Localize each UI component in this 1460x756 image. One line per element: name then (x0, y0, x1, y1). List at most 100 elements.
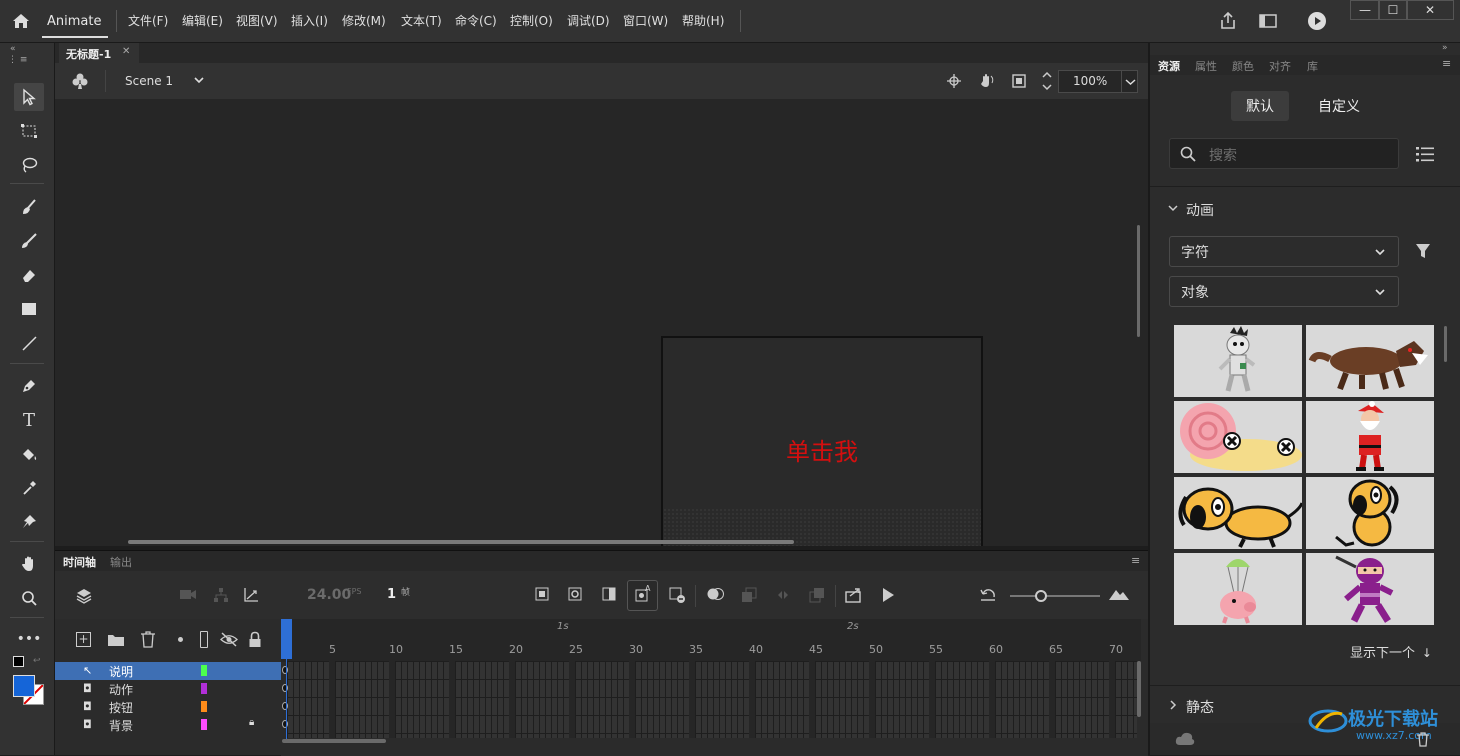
default-segment-button[interactable]: 默认 (1231, 91, 1289, 121)
lasso-tool-icon[interactable] (14, 151, 44, 179)
menu-edit[interactable]: 编辑(E) (182, 12, 223, 29)
app-name-tab[interactable]: Animate (42, 6, 108, 38)
tab-align[interactable]: 对齐 (1269, 58, 1291, 74)
zoom-input[interactable]: 100% (1058, 70, 1138, 93)
collapse-icon[interactable]: « (10, 44, 16, 54)
paint-brush-tool-icon[interactable] (14, 193, 44, 221)
asset-thumbnail-werewolf[interactable] (1306, 325, 1434, 397)
custom-segment-button[interactable]: 自定义 (1303, 91, 1375, 121)
graph-editor-icon[interactable] (243, 587, 259, 607)
tab-properties[interactable]: 属性 (1195, 58, 1217, 74)
asset-thumbnail-ninja[interactable] (1306, 553, 1434, 625)
animation-section-header[interactable]: 动画 (1168, 199, 1288, 219)
timeline-horizontal-scrollbar[interactable] (282, 739, 386, 743)
menu-command[interactable]: 命令(C) (455, 12, 497, 29)
menu-file[interactable]: 文件(F) (128, 12, 168, 29)
text-tool-icon[interactable]: T (14, 406, 44, 434)
stage-pasteboard[interactable]: 单击我 (55, 99, 1148, 546)
document-tab[interactable]: 无标题-1 ✕ (59, 43, 139, 63)
layers-icon[interactable] (75, 587, 93, 605)
menu-debug[interactable]: 调试(D) (567, 12, 610, 29)
layer-parenting-icon[interactable] (212, 587, 230, 607)
export-icon[interactable] (845, 587, 863, 607)
maximize-button[interactable]: ☐ (1378, 0, 1408, 20)
default-colors-icon[interactable] (13, 656, 24, 667)
timeline-ruler[interactable]: 1s 2s 5 10 15 20 25 30 35 40 45 50 55 60… (281, 619, 1141, 662)
stage-button-text[interactable]: 单击我 (663, 432, 981, 467)
timeline-vertical-scrollbar[interactable] (1137, 661, 1141, 717)
home-icon[interactable] (11, 11, 31, 31)
layer-row[interactable]: ◘ 背景 🔒︎ (55, 716, 281, 734)
object-dropdown[interactable]: 对象 (1169, 276, 1399, 307)
upload-cloud-icon[interactable] (1175, 731, 1195, 747)
menu-insert[interactable]: 插入(I) (291, 12, 328, 29)
stage-vertical-scrollbar[interactable] (1137, 225, 1140, 337)
center-stage-icon[interactable] (946, 73, 962, 89)
layer-row[interactable]: ↖ 说明 (55, 662, 281, 680)
zoom-stepper-icon[interactable] (1041, 69, 1053, 93)
more-tools-icon[interactable]: ••• (14, 625, 44, 653)
layer-color-swatch[interactable] (201, 665, 207, 676)
keyframe-dot[interactable] (282, 720, 288, 728)
asset-thumbnail-santa[interactable] (1306, 401, 1434, 473)
edit-symbols-icon[interactable] (71, 72, 89, 90)
frame-size-slider-thumb[interactable] (1035, 590, 1047, 602)
close-tab-icon[interactable]: ✕ (122, 46, 130, 57)
list-view-icon[interactable] (1415, 145, 1435, 163)
rectangle-tool-icon[interactable] (14, 295, 44, 323)
hide-layers-icon[interactable] (220, 632, 238, 647)
new-folder-icon[interactable] (107, 632, 125, 647)
menu-text[interactable]: 文本(T) (401, 12, 442, 29)
menu-modify[interactable]: 修改(M) (342, 12, 386, 29)
asset-thumbnail-mummy[interactable] (1174, 325, 1302, 397)
eraser-tool-icon[interactable] (14, 261, 44, 289)
asset-thumbnail-dog-lying[interactable] (1174, 477, 1302, 549)
layer-color-swatch[interactable] (201, 683, 207, 694)
zoom-dropdown-chevron-icon[interactable] (1121, 71, 1138, 92)
layer-color-swatch[interactable] (201, 701, 207, 712)
eyedropper-tool-icon[interactable] (14, 474, 44, 502)
layer-name[interactable]: 动作 (109, 681, 133, 698)
show-next-link[interactable]: 显示下一个 ↓ (1350, 642, 1450, 661)
zoom-tool-icon[interactable] (14, 584, 44, 612)
edit-multiple-frames-icon[interactable] (741, 587, 757, 607)
delete-layer-icon[interactable] (140, 631, 156, 648)
workspace-icon[interactable] (1258, 12, 1278, 30)
camera-icon[interactable] (179, 587, 197, 605)
menu-window[interactable]: 窗口(W) (623, 12, 668, 29)
loop-playback-icon[interactable] (775, 587, 791, 607)
layer-row[interactable]: ◘ 动作 (55, 680, 281, 698)
search-input[interactable]: 搜索 (1169, 138, 1399, 169)
blank-keyframe-minus-icon[interactable] (669, 587, 686, 608)
collapse-panel-icon[interactable]: » (1442, 43, 1448, 53)
share-icon[interactable] (1218, 11, 1238, 31)
brush-tool-icon[interactable] (14, 227, 44, 255)
fill-color-swatch[interactable] (13, 675, 35, 697)
scene-name[interactable]: Scene 1 (125, 74, 173, 88)
filter-icon[interactable] (1415, 243, 1431, 260)
panel-grip-icon[interactable]: ⋮ ≡ (8, 55, 27, 65)
outline-toggle-icon[interactable] (200, 631, 208, 648)
insert-keyframe-icon[interactable] (535, 587, 549, 605)
free-transform-tool-icon[interactable] (14, 117, 44, 145)
tab-output[interactable]: 输出 (110, 554, 132, 570)
close-button[interactable]: ✕ (1406, 0, 1454, 20)
mountain-zoom-icon[interactable] (1108, 587, 1130, 605)
layer-lock-icon[interactable]: 🔒︎ (249, 717, 254, 728)
assets-scrollbar[interactable] (1444, 326, 1447, 362)
onion-skin-icon[interactable] (706, 587, 725, 605)
insert-frame-icon[interactable] (602, 587, 616, 605)
frame-size-slider[interactable] (1010, 590, 1100, 602)
stage-horizontal-scrollbar[interactable] (128, 540, 794, 544)
new-layer-icon[interactable]: + (76, 632, 91, 647)
reset-zoom-icon[interactable] (979, 587, 997, 607)
layer-name[interactable]: 说明 (109, 663, 133, 680)
selection-tool-icon[interactable] (14, 83, 44, 111)
play-icon[interactable] (881, 587, 895, 607)
tab-timeline[interactable]: 时间轴 (63, 554, 96, 570)
auto-keyframe-toggle-icon[interactable]: A (627, 580, 658, 611)
layer-name[interactable]: 背景 (109, 717, 133, 734)
swap-colors-icon[interactable]: ↩ (33, 656, 41, 666)
menu-help[interactable]: 帮助(H) (682, 12, 724, 29)
test-movie-icon[interactable] (1307, 11, 1327, 31)
